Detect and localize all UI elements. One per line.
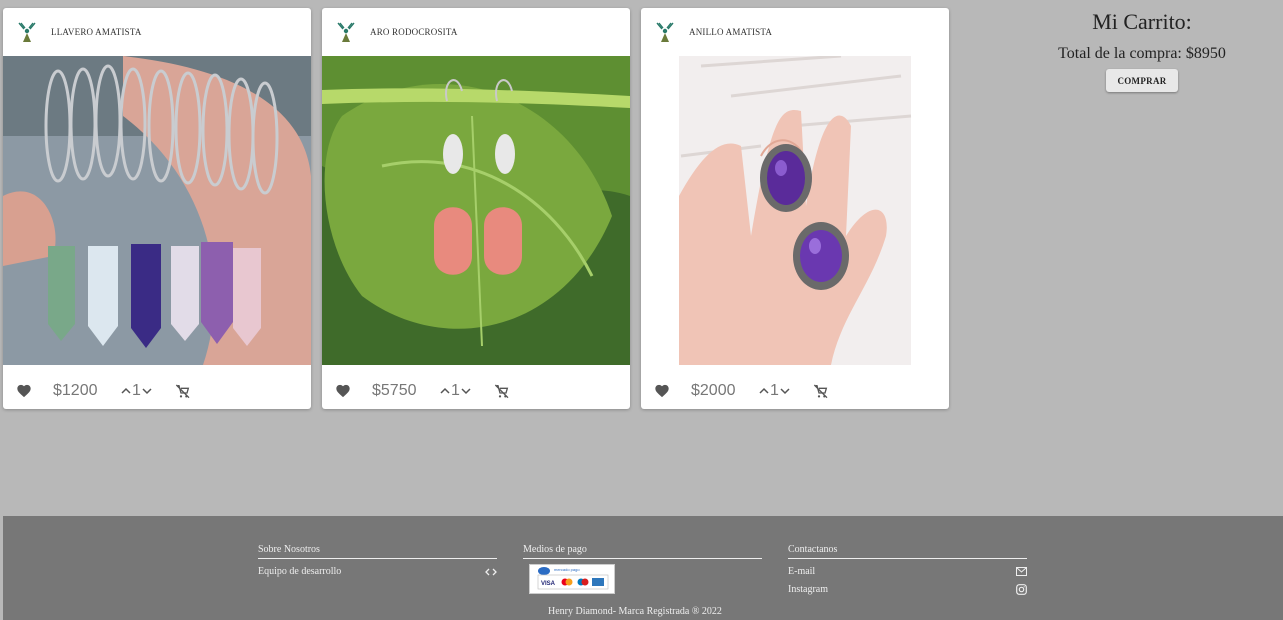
footer-payments-section: Medios de pago mercado pago VISA [523, 544, 762, 594]
brand-logo-icon [337, 22, 355, 42]
product-price: $5750 [372, 381, 417, 399]
favorite-heart-icon[interactable] [653, 382, 671, 400]
instagram-link[interactable]: Instagram [788, 584, 1027, 595]
product-title: ANILLO AMATISTA [689, 27, 773, 37]
footer-contact-heading: Contactanos [788, 544, 1027, 559]
visa-logo-text: VISA [541, 581, 556, 587]
product-title: ARO RODOCROSITA [370, 27, 458, 37]
chevron-up-icon[interactable] [759, 387, 769, 395]
card-actions: $2000 1 [641, 372, 949, 409]
copyright-text: Henry Diamond- Marca Registrada ® 2022 [548, 606, 722, 617]
product-card: ARO RODOCROSITA $5750 1 [322, 8, 630, 409]
instagram-icon [1016, 584, 1027, 595]
quantity-stepper: 1 [121, 382, 152, 400]
quantity-value: 1 [451, 381, 460, 399]
brand-logo-icon [656, 22, 674, 42]
quantity-stepper: 1 [759, 382, 790, 400]
footer: Sobre Nosotros Equipo de desarrollo Medi… [3, 516, 1283, 620]
chevron-up-icon[interactable] [440, 387, 450, 395]
product-image[interactable] [3, 56, 311, 365]
code-icon [485, 568, 497, 575]
product-image[interactable] [322, 56, 630, 365]
cart-panel: Mi Carrito: Total de la compra: $8950 CO… [1002, 8, 1282, 92]
favorite-heart-icon[interactable] [334, 382, 352, 400]
footer-about-heading: Sobre Nosotros [258, 544, 497, 559]
payment-methods-image: mercado pago VISA [529, 564, 615, 594]
footer-about-section: Sobre Nosotros Equipo de desarrollo [258, 544, 497, 577]
team-link-label: Equipo de desarrollo [258, 566, 342, 577]
team-link[interactable]: Equipo de desarrollo [258, 566, 497, 577]
card-header: ARO RODOCROSITA [322, 8, 630, 56]
product-card: LLAVERO AMATISTA $1200 1 [3, 8, 311, 409]
chevron-down-icon[interactable] [461, 387, 471, 395]
cart-total: Total de la compra: $8950 [1058, 45, 1226, 62]
remove-from-cart-icon[interactable] [812, 382, 830, 400]
product-image[interactable] [641, 56, 949, 365]
card-header: ANILLO AMATISTA [641, 8, 949, 56]
cart-title: Mi Carrito: [1092, 9, 1192, 34]
card-header: LLAVERO AMATISTA [3, 8, 311, 56]
mercadopago-logo-text: mercado pago [554, 567, 580, 572]
card-actions: $1200 1 [3, 372, 311, 409]
footer-payments-heading: Medios de pago [523, 544, 762, 559]
product-price: $2000 [691, 381, 736, 399]
product-card: ANILLO AMATISTA $2000 1 [641, 8, 949, 409]
quantity-stepper: 1 [440, 382, 471, 400]
buy-button[interactable]: COMPRAR [1106, 69, 1178, 92]
instagram-link-label: Instagram [788, 584, 828, 595]
favorite-heart-icon[interactable] [15, 382, 33, 400]
quantity-value: 1 [770, 381, 779, 399]
product-price: $1200 [53, 381, 98, 399]
card-actions: $5750 1 [322, 372, 630, 409]
mail-icon [1016, 567, 1027, 576]
product-title: LLAVERO AMATISTA [51, 27, 142, 37]
email-link[interactable]: E-mail [788, 566, 1027, 577]
email-link-label: E-mail [788, 566, 816, 577]
chevron-up-icon[interactable] [121, 387, 131, 395]
brand-logo-icon [18, 22, 36, 42]
quantity-value: 1 [132, 381, 141, 399]
remove-from-cart-icon[interactable] [174, 382, 192, 400]
chevron-down-icon[interactable] [142, 387, 152, 395]
chevron-down-icon[interactable] [780, 387, 790, 395]
remove-from-cart-icon[interactable] [493, 382, 511, 400]
footer-contact-section: Contactanos E-mail Instagram [788, 544, 1027, 595]
